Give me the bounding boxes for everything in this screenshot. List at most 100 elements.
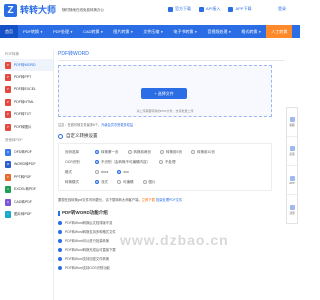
intro-title: PDF转WORD功能介绍	[58, 210, 284, 216]
chevron-down-icon: ▼	[130, 30, 134, 34]
sidebar-item-pdf-to-image[interactable]: P PDF转图片	[0, 121, 53, 133]
word-icon: W	[5, 161, 11, 169]
radio-option[interactable]: 流式	[95, 180, 108, 185]
ofd-icon: O	[5, 149, 11, 157]
logo-icon[interactable]: Z	[4, 4, 17, 17]
nav-cad[interactable]: CAD转换▼	[78, 25, 108, 38]
nav-image[interactable]: 图片转换▼	[108, 25, 138, 38]
api-link[interactable]: API接入	[199, 6, 220, 12]
bullet-icon	[58, 238, 62, 243]
sidebar-item-pdf-to-html[interactable]: P PDF转HTML	[0, 96, 53, 108]
upgrade-link[interactable]: 升级会员享受更多权益	[101, 123, 133, 127]
phone-icon	[289, 175, 295, 181]
pdf-icon: P	[5, 86, 11, 94]
nav-pdf-process[interactable]: PDF处理▼	[48, 25, 78, 38]
intro-item: PDF转Word支持OCR识别功能	[58, 265, 284, 270]
pdf-icon: P	[5, 98, 11, 106]
feedback-icon	[289, 146, 295, 151]
float-service[interactable]: 客服	[287, 108, 297, 137]
float-app[interactable]: APP	[287, 166, 297, 195]
sidebar-item-image-to-pdf[interactable]: I 图片转PDF	[0, 208, 53, 220]
radio-option[interactable]: docx	[95, 170, 108, 174]
gear-icon	[58, 133, 63, 139]
nav-pdf-convert[interactable]: PDF转换▼	[18, 25, 48, 38]
radio-option[interactable]: doc	[117, 170, 129, 174]
slogan: 随时随地在线免费转换办公	[62, 8, 104, 12]
bullet-icon	[58, 247, 62, 252]
upload-area[interactable]: + 选择文件 请上传需要转换的PDF文件，支持批量上传	[58, 65, 272, 117]
sidebar-section-title: 其他转PDF	[5, 138, 23, 143]
tool-title: PDF转WORD	[58, 50, 284, 61]
radio-option[interactable]: 可编辑	[117, 180, 134, 185]
watermark: www.dzbao.cn	[120, 232, 229, 248]
logo-text[interactable]: 转转大师	[20, 3, 56, 16]
option-format: 格式 docx doc	[65, 169, 130, 174]
sidebar-item-pdf-to-ppt[interactable]: P PDF转PPT	[0, 71, 53, 83]
option-page-range: 页码选择 转换第一页 转换前两页 转换前5页 转换前10页	[65, 149, 215, 155]
excel-icon: X	[5, 186, 11, 194]
nav-compress[interactable]: 文件压缩▼	[138, 25, 168, 38]
arrow-up-icon	[289, 204, 295, 210]
pdf-icon: P	[5, 111, 11, 119]
app-link[interactable]: APP下载	[228, 6, 251, 12]
nav-ebook[interactable]: 电子书转换▼	[168, 25, 202, 38]
headset-icon	[289, 117, 295, 122]
sidebar-item-cad-to-pdf[interactable]: C CAD转PDF	[0, 196, 53, 208]
top-header: Z 转转大师 随时随地在线免费转换办公 官方下载 API接入 APP下载 登录	[0, 0, 300, 24]
login-button[interactable]: 登录	[278, 6, 286, 12]
intro-item: PDF转Word支持加密文件转换	[58, 256, 284, 261]
radio-option[interactable]: 转换前10页	[190, 150, 215, 155]
image-icon: I	[5, 210, 11, 218]
chevron-down-icon: ▼	[258, 30, 262, 34]
sidebar-item-pdf-to-word[interactable]: P PDF转WORD	[0, 59, 53, 72]
radio-option[interactable]: 转换前两页	[127, 150, 151, 155]
download-now-link[interactable]: 立即下载	[142, 198, 155, 202]
sidebar-item-pdf-to-txt[interactable]: P PDF转TXT	[0, 109, 53, 121]
radio-option[interactable]: 转换前5页	[160, 150, 182, 155]
download-link[interactable]: 官方下载	[168, 6, 191, 12]
bullet-icon	[58, 220, 62, 225]
nav-format[interactable]: 格式转换▼	[236, 25, 266, 38]
float-toolbar: 客服 反馈 APP 顶部	[286, 107, 298, 224]
title-bar-icon	[58, 210, 60, 216]
bullet-icon	[58, 256, 62, 261]
settings-title: 自定义转换设置	[58, 133, 284, 139]
pdf-icon: P	[5, 123, 11, 131]
radio-option[interactable]: 图片	[142, 180, 156, 185]
sidebar-item-ofd-to-pdf[interactable]: O OFD转PDF	[0, 146, 53, 158]
option-ocr: OCR识别 不识别（会转换不可编辑内容） 不处理	[65, 159, 176, 165]
options-panel: 页码选择 转换第一页 转换前两页 转换前5页 转换前10页 OCR识别 不识别（…	[58, 143, 272, 191]
sidebar-item-word-to-pdf[interactable]: W WORD转PDF	[0, 159, 53, 171]
notice: 注意：在线可转文件最多5个，升级会员享受更多权益	[58, 123, 134, 127]
chevron-down-icon: ▼	[228, 30, 232, 34]
radio-option[interactable]: 转换第一页	[95, 150, 119, 155]
select-file-button[interactable]: + 选择文件	[141, 88, 187, 99]
api-icon	[199, 6, 204, 12]
cad-icon: C	[5, 198, 11, 206]
sidebar: PDF转换 P PDF转WORD P PDF转PPT P PDF转EXCEL P PDF…	[0, 50, 54, 300]
chevron-down-icon: ▼	[69, 30, 73, 34]
chevron-down-icon: ▼	[100, 30, 104, 34]
sidebar-section-title: PDF转换	[5, 52, 19, 56]
batch-link[interactable]: 批量处理PDF文件	[156, 198, 182, 202]
bullet-icon	[58, 229, 62, 234]
header-links: 官方下载 API接入 APP下载	[168, 6, 251, 12]
radio-option[interactable]: 不处理	[159, 160, 176, 165]
bullet-icon	[58, 265, 62, 270]
sidebar-item-ppt-to-pdf[interactable]: P PPT转PDF	[0, 171, 53, 183]
sidebar-item-pdf-to-excel[interactable]: P PDF转EXCEL	[0, 84, 53, 96]
main-content: PDF转WORD + 选择文件 请上传需要转换的PDF文件，支持批量上传 注意：…	[58, 50, 284, 300]
nav-manual[interactable]: 人工转换	[266, 25, 293, 38]
pdf-icon: P	[5, 74, 11, 82]
chevron-down-icon: ▼	[194, 30, 198, 34]
float-top[interactable]: 顶部	[287, 195, 297, 224]
chevron-down-icon: ▼	[160, 30, 164, 34]
float-feedback[interactable]: 反馈	[287, 137, 297, 166]
nav-media[interactable]: 音视频处理▼	[202, 25, 236, 38]
nav-home[interactable]: 首页	[0, 25, 18, 38]
chevron-down-icon: ▼	[40, 30, 43, 34]
page-root: Z 转转大师 随时随地在线免费转换办公 官方下载 API接入 APP下载 登录 …	[0, 0, 300, 300]
intro-item: PDF转Word转换后文档排版不变	[58, 220, 284, 225]
radio-option[interactable]: 不识别（会转换不可编辑内容）	[95, 160, 150, 165]
sidebar-item-excel-to-pdf[interactable]: X EXCEL转PDF	[0, 184, 53, 196]
